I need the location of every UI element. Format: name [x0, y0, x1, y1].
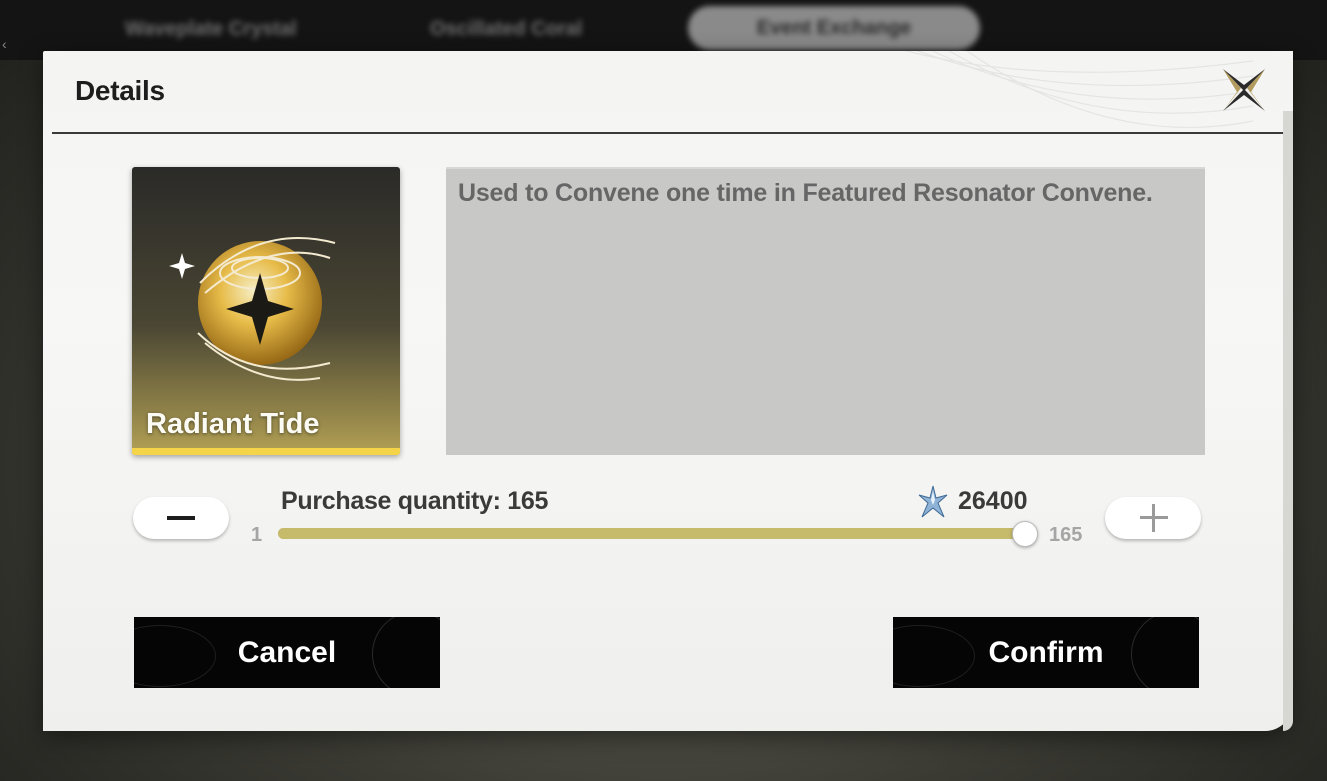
astrite-icon: [918, 485, 948, 518]
quantity-slider-track[interactable]: [278, 528, 1024, 539]
dialog-edge: [1283, 111, 1293, 731]
background-tab-3: Event Exchange: [688, 6, 980, 50]
close-x-icon[interactable]: [1219, 65, 1269, 115]
cancel-button[interactable]: Cancel: [134, 617, 440, 688]
confirm-button[interactable]: Confirm: [893, 617, 1199, 688]
item-card: Radiant Tide: [132, 167, 400, 455]
background-tab-2: Oscillated Coral: [430, 18, 583, 40]
item-description: Used to Convene one time in Featured Res…: [458, 179, 1153, 207]
background-back-arrow-icon: ‹: [2, 36, 7, 52]
dialog-title: Details: [75, 75, 165, 106]
total-price: 26400: [958, 487, 1028, 515]
decrease-quantity-button[interactable]: [133, 497, 229, 539]
minus-icon: [167, 516, 195, 520]
details-dialog: Details Radiant Tide Used to Convene one…: [43, 51, 1293, 731]
item-name: Radiant Tide: [146, 408, 320, 440]
purchase-quantity-label: Purchase quantity: 165: [281, 487, 549, 515]
decorative-swirl-icon: [904, 51, 1253, 129]
slider-min-label: 1: [251, 524, 263, 546]
background-tab-1: Waveplate Crystal: [125, 18, 297, 40]
quantity-slider-fill: [278, 528, 1024, 539]
radiant-tide-orb-icon: [169, 237, 336, 381]
increase-quantity-button[interactable]: [1105, 497, 1201, 539]
confirm-button-label: Confirm: [988, 636, 1104, 669]
description-box: Used to Convene one time in Featured Res…: [446, 167, 1205, 455]
rarity-bar: [132, 448, 400, 455]
slider-max-label: 165: [1049, 524, 1083, 546]
header-divider: [52, 132, 1284, 134]
quantity-slider-thumb[interactable]: [1012, 521, 1038, 547]
cancel-button-label: Cancel: [237, 636, 337, 669]
